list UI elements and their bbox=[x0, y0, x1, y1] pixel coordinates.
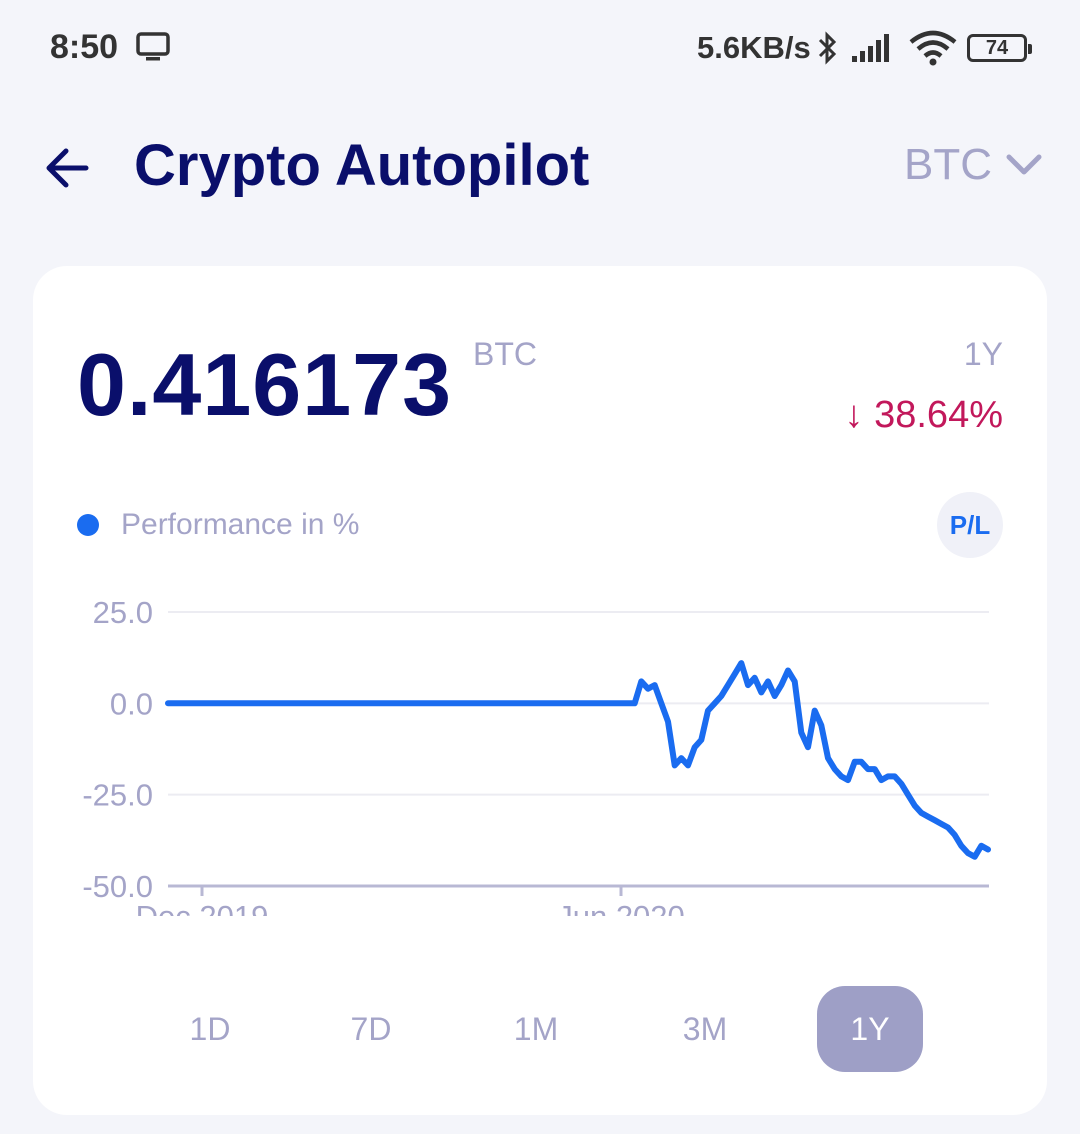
legend-dot bbox=[77, 514, 99, 536]
back-button[interactable] bbox=[40, 140, 96, 196]
y-tick-label: 25.0 bbox=[93, 595, 153, 630]
battery-icon: 74 bbox=[967, 34, 1032, 62]
x-tick-label: Jun 2020 bbox=[557, 899, 685, 916]
tab-1d[interactable]: 1D bbox=[157, 986, 263, 1072]
pl-toggle-button[interactable]: P/L bbox=[937, 492, 1003, 558]
y-tick-label: 0.0 bbox=[110, 686, 153, 721]
period-label: 1Y bbox=[963, 336, 1003, 372]
balance-unit: BTC bbox=[473, 336, 537, 372]
balance-value: 0.416173 bbox=[77, 335, 453, 434]
x-tick-label: Dec 2019 bbox=[136, 899, 269, 916]
app-header: Crypto Autopilot BTC bbox=[0, 110, 1080, 220]
arrow-left-icon bbox=[46, 148, 89, 188]
chevron-down-icon bbox=[1006, 154, 1042, 175]
tab-1y[interactable]: 1Y bbox=[817, 986, 923, 1072]
status-time: 8:50 bbox=[50, 28, 119, 66]
network-speed: 5.6KB/s bbox=[697, 30, 811, 65]
tv-icon bbox=[136, 32, 172, 67]
currency-selector[interactable]: BTC bbox=[904, 140, 1042, 190]
tab-7d[interactable]: 7D bbox=[318, 986, 424, 1072]
wifi-icon bbox=[908, 30, 958, 71]
status-bar: 8:50 5.6KB/s 74 bbox=[0, 0, 1080, 98]
legend-label: Performance in % bbox=[121, 508, 360, 541]
signal-icon bbox=[852, 32, 896, 67]
performance-chart: 25.00.0-25.0-50.0 Dec 2019Jun 2020 bbox=[82, 595, 991, 916]
y-tick-label: -25.0 bbox=[82, 778, 153, 813]
tab-3m[interactable]: 3M bbox=[652, 986, 758, 1072]
change-percent: ↓ 38.64% bbox=[844, 394, 1003, 436]
series-line bbox=[165, 660, 991, 860]
portfolio-card: 0.416173 BTC 1Y ↓ 38.64% Performance in … bbox=[33, 266, 1047, 1115]
bluetooth-icon bbox=[816, 30, 840, 71]
tab-1m[interactable]: 1M bbox=[483, 986, 589, 1072]
page-title: Crypto Autopilot bbox=[134, 133, 590, 198]
range-tabs: 1D 7D 1M 3M 1Y bbox=[33, 986, 1047, 1072]
currency-label: BTC bbox=[904, 140, 992, 189]
